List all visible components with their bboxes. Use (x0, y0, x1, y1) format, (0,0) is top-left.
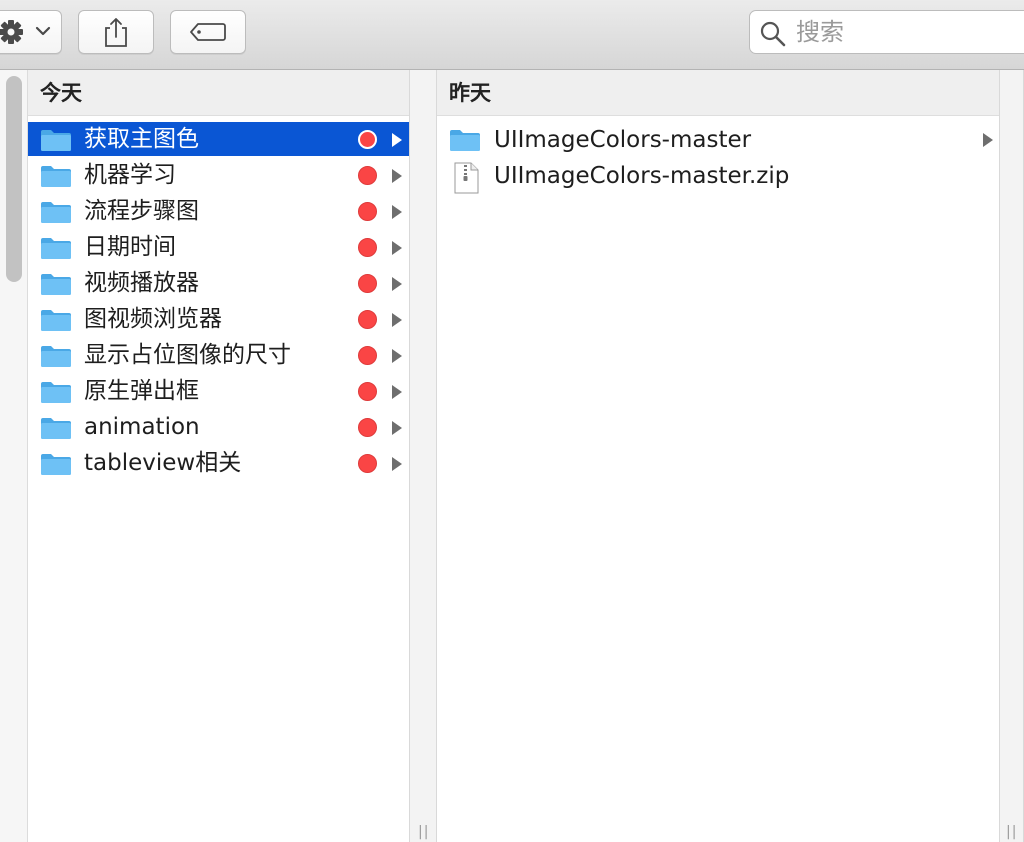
red-tag-icon (358, 346, 377, 365)
list-item[interactable]: 显示占位图像的尺寸 (28, 338, 409, 372)
chevron-right-icon (392, 133, 402, 147)
chevron-right-icon (392, 349, 402, 363)
search-icon (760, 21, 786, 47)
folder-icon (41, 454, 71, 475)
list-item-label: UIImageColors-master.zip (494, 163, 790, 189)
chevron-right-icon (392, 241, 402, 255)
list-item[interactable]: 图视频浏览器 (28, 302, 409, 336)
list-item-label: animation (84, 414, 200, 440)
list-item-label: 图视频浏览器 (84, 306, 222, 332)
action-menu-button[interactable] (0, 10, 62, 54)
column-header-today: 今天 (28, 70, 409, 116)
grip-icon: || (418, 824, 430, 840)
grip-icon: || (1006, 824, 1018, 840)
toolbar (0, 0, 1024, 70)
column-resize-handle[interactable]: || (409, 70, 437, 842)
chevron-right-icon (392, 313, 402, 327)
list-item-label: 机器学习 (84, 162, 176, 188)
chevron-right-icon (983, 133, 993, 147)
share-button[interactable] (78, 10, 154, 54)
list-item[interactable]: 原生弹出框 (28, 374, 409, 408)
list-item[interactable]: UIImageColors-master.zip (437, 158, 999, 194)
red-tag-icon (358, 310, 377, 329)
column-header-yesterday: 昨天 (437, 70, 999, 116)
chevron-right-icon (392, 205, 402, 219)
list-item[interactable]: 获取主图色 (28, 122, 409, 156)
chevron-right-icon (392, 457, 402, 471)
list-item-label: 显示占位图像的尺寸 (84, 342, 291, 368)
folder-icon (41, 382, 71, 403)
red-tag-icon (358, 418, 377, 437)
list-item[interactable]: 视频播放器 (28, 266, 409, 300)
chevron-down-icon (35, 26, 51, 36)
folder-icon (41, 238, 71, 259)
list-item-label: 获取主图色 (84, 126, 199, 152)
zip-file-icon (454, 162, 479, 194)
tag-icon (190, 23, 226, 41)
red-tag-icon (358, 382, 377, 401)
search-input[interactable] (796, 11, 1016, 53)
list-item[interactable]: 机器学习 (28, 158, 409, 192)
list-item-label: 流程步骤图 (84, 198, 199, 224)
red-tag-icon (358, 202, 377, 221)
vertical-scrollbar[interactable] (6, 76, 22, 282)
red-tag-icon (358, 130, 377, 149)
list-item-label: 原生弹出框 (84, 378, 199, 404)
column-yesterday: 昨天 UIImageColors-master UIImageColors-mas… (437, 70, 999, 842)
list-item[interactable]: UIImageColors-master (437, 122, 999, 158)
chevron-right-icon (392, 421, 402, 435)
folder-icon (41, 346, 71, 367)
list-item[interactable]: tableview相关 (28, 446, 409, 480)
folder-icon (41, 166, 71, 187)
tag-button[interactable] (170, 10, 246, 54)
chevron-right-icon (392, 169, 402, 183)
search-field[interactable] (749, 10, 1024, 54)
red-tag-icon (358, 274, 377, 293)
folder-icon (41, 130, 71, 151)
list-item[interactable]: 流程步骤图 (28, 194, 409, 228)
folder-icon (41, 310, 71, 331)
chevron-right-icon (392, 277, 402, 291)
folder-icon (450, 130, 480, 151)
column-resize-handle[interactable]: || (999, 70, 1024, 842)
list-item-label: tableview相关 (84, 450, 242, 476)
red-tag-icon (358, 238, 377, 257)
folder-icon (41, 418, 71, 439)
chevron-right-icon (392, 385, 402, 399)
red-tag-icon (358, 166, 377, 185)
list-item-label: 日期时间 (84, 234, 176, 260)
list-item[interactable]: 日期时间 (28, 230, 409, 264)
gear-icon (0, 20, 51, 44)
folder-icon (41, 202, 71, 223)
list-item-label: 视频播放器 (84, 270, 199, 296)
share-icon (105, 18, 127, 47)
column-today: 今天 获取主图色机器学习流程步骤图日期时间视频播放器图视频浏览器显示占位图像的尺… (28, 70, 409, 842)
list-item-label: UIImageColors-master (494, 127, 752, 153)
left-scroll-gutter (0, 70, 28, 842)
folder-icon (41, 274, 71, 295)
list-item[interactable]: animation (28, 410, 409, 444)
red-tag-icon (358, 454, 377, 473)
